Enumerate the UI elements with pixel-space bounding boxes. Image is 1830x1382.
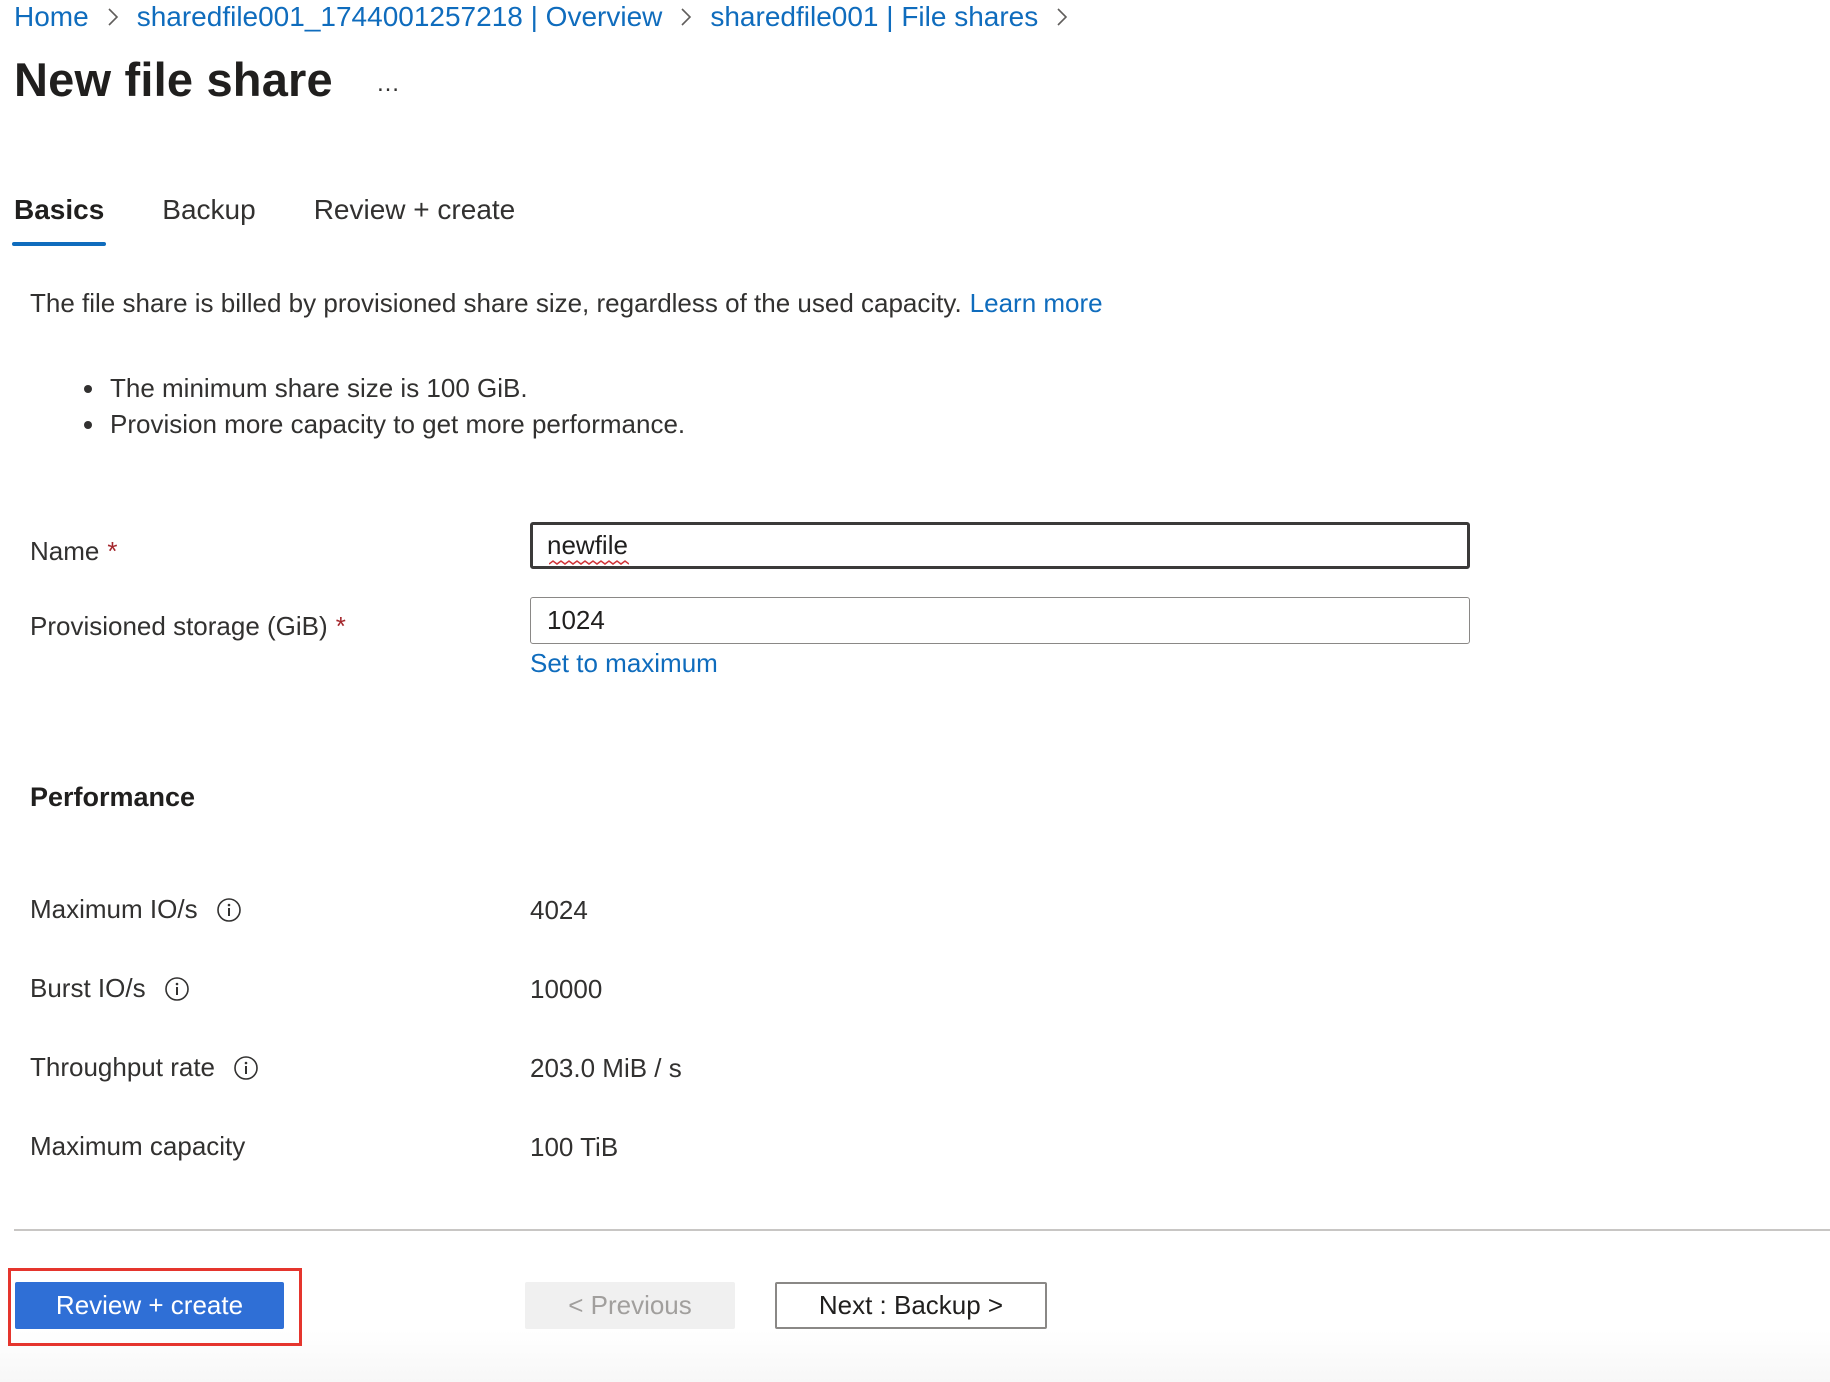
previous-button[interactable]: < Previous: [525, 1282, 735, 1329]
performance-section-title: Performance: [30, 782, 196, 812]
breadcrumb-home-link[interactable]: Home: [14, 1, 89, 33]
billing-info: The file share is billed by provisioned …: [30, 288, 1103, 319]
more-options-button[interactable]: …: [370, 66, 406, 102]
name-label-text: Name: [30, 536, 100, 566]
list-item: The minimum share size is 100 GiB.: [82, 370, 685, 406]
billing-info-text: The file share is billed by provisioned …: [30, 288, 962, 318]
burst-iops-label-text: Burst IO/s: [30, 973, 146, 1003]
name-input[interactable]: [530, 522, 1470, 569]
breadcrumb-overview-link[interactable]: sharedfile001_1744001257218 | Overview: [137, 1, 663, 33]
throughput-rate-value: 203.0 MiB / s: [530, 1053, 682, 1083]
maximum-capacity-label-text: Maximum capacity: [30, 1131, 246, 1161]
maximum-iops-label: Maximum IO/s: [30, 894, 242, 925]
ellipsis-icon: …: [376, 70, 400, 97]
name-label: Name *: [30, 536, 117, 567]
tab-backup[interactable]: Backup: [162, 190, 255, 246]
chevron-right-icon: [678, 6, 694, 28]
throughput-rate-label: Throughput rate: [30, 1052, 259, 1083]
spellcheck-underline: [549, 560, 629, 565]
tab-review-create[interactable]: Review + create: [314, 190, 516, 246]
new-file-share-page: Home sharedfile001_1744001257218 | Overv…: [0, 0, 1830, 1382]
tab-bar: Basics Backup Review + create: [11, 190, 573, 246]
footer-divider: [14, 1229, 1830, 1231]
highlight-annotation: [8, 1268, 302, 1346]
list-item: Provision more capacity to get more perf…: [82, 406, 685, 442]
tab-basics[interactable]: Basics: [11, 190, 107, 246]
burst-iops-label: Burst IO/s: [30, 973, 190, 1004]
learn-more-link[interactable]: Learn more: [970, 288, 1103, 318]
breadcrumb-file-shares-link[interactable]: sharedfile001 | File shares: [710, 1, 1038, 33]
set-to-maximum-link[interactable]: Set to maximum: [530, 648, 718, 679]
provisioned-storage-input[interactable]: [530, 597, 1470, 644]
required-marker: *: [335, 611, 346, 641]
required-marker: *: [107, 536, 118, 566]
throughput-rate-label-text: Throughput rate: [30, 1052, 216, 1082]
info-icon[interactable]: [216, 897, 242, 923]
next-backup-button[interactable]: Next : Backup >: [775, 1282, 1047, 1329]
burst-iops-value: 10000: [530, 974, 603, 1004]
maximum-iops-label-text: Maximum IO/s: [30, 894, 198, 924]
info-icon[interactable]: [233, 1055, 259, 1081]
chevron-right-icon: [1054, 6, 1070, 28]
breadcrumb: Home sharedfile001_1744001257218 | Overv…: [14, 0, 1086, 34]
info-bullet-list: The minimum share size is 100 GiB. Provi…: [82, 370, 685, 442]
info-icon[interactable]: [164, 976, 190, 1002]
maximum-capacity-value: 100 TiB: [530, 1132, 619, 1162]
provisioned-storage-label: Provisioned storage (GiB) *: [30, 611, 346, 642]
maximum-capacity-label: Maximum capacity: [30, 1131, 245, 1162]
provisioned-storage-label-text: Provisioned storage (GiB): [30, 611, 328, 641]
page-title: New file share: [14, 53, 333, 106]
chevron-right-icon: [105, 6, 121, 28]
maximum-iops-value: 4024: [530, 895, 588, 925]
